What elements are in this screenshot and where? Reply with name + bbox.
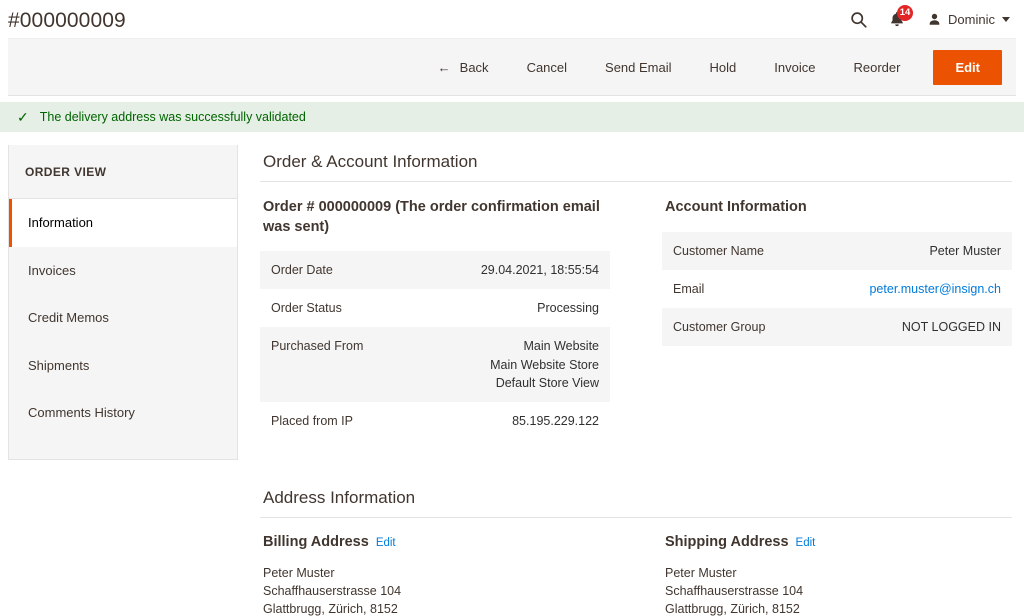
main-content: Order & Account Information Order # 0000… xyxy=(238,132,1024,616)
table-row: Email peter.muster@insign.ch xyxy=(662,269,1012,308)
page-header: #000000009 14 Dominic xyxy=(0,0,1024,38)
row-label: Placed from IP xyxy=(271,413,353,428)
hold-button[interactable]: Hold xyxy=(691,52,756,83)
shipping-address-block: Shipping Address Edit Peter Muster Schaff… xyxy=(662,534,1012,616)
shipping-address-title: Shipping Address Edit xyxy=(665,534,1012,550)
sidebar-item-comments-history[interactable]: Comments History xyxy=(9,389,237,437)
account-information-block: Account Information Customer Name Peter … xyxy=(662,198,1012,440)
sidebar-title: ORDER VIEW xyxy=(9,145,237,199)
billing-address-title: Billing Address Edit xyxy=(263,534,610,550)
table-row: Customer Group NOT LOGGED IN xyxy=(662,307,1012,346)
sidebar-item-information[interactable]: Information xyxy=(9,199,237,247)
edit-shipping-address-link[interactable]: Edit xyxy=(796,537,816,549)
address-section-spacer xyxy=(260,440,1012,468)
notifications-count-badge: 14 xyxy=(897,5,914,21)
table-row: Order Status Processing xyxy=(260,289,610,328)
table-row: Placed from IP 85.195.229.122 xyxy=(260,401,610,440)
arrow-left-icon: ← xyxy=(437,59,451,75)
billing-address-lines: Peter Muster Schaffhauserstrasse 104 Gla… xyxy=(263,564,610,616)
order-information-title: Order # 000000009 (The order confirmatio… xyxy=(263,199,600,235)
user-avatar-icon xyxy=(927,12,942,27)
address-line: Schaffhauserstrasse 104 xyxy=(263,584,402,598)
search-icon[interactable] xyxy=(850,11,867,28)
reorder-button[interactable]: Reorder xyxy=(834,52,919,83)
order-information-table: Order Date 29.04.2021, 18:55:54 Order St… xyxy=(260,251,610,440)
row-value: NOT LOGGED IN xyxy=(901,319,1001,334)
user-menu[interactable]: Dominic xyxy=(927,12,1010,27)
page-body: ORDER VIEW Information Invoices Credit M… xyxy=(0,132,1024,616)
address-line: Schaffhauserstrasse 104 xyxy=(665,584,804,598)
row-label: Order Status xyxy=(271,301,342,316)
send-email-button[interactable]: Send Email xyxy=(586,52,690,83)
order-view-sidebar: ORDER VIEW Information Invoices Credit M… xyxy=(8,145,238,460)
invoice-button[interactable]: Invoice xyxy=(755,52,834,83)
success-message-text: The delivery address was successfully va… xyxy=(39,110,306,124)
order-account-section-heading: Order & Account Information xyxy=(260,132,1012,182)
cancel-button[interactable]: Cancel xyxy=(508,52,586,83)
sidebar-item-label: Information xyxy=(28,215,94,230)
row-label: Email xyxy=(673,281,705,296)
success-message: ✓ The delivery address was successfully … xyxy=(0,102,1024,132)
address-line: Peter Muster xyxy=(263,565,335,580)
table-row: Purchased From Main Website Main Website… xyxy=(260,327,610,402)
back-button-label: Back xyxy=(459,59,489,75)
sidebar-item-label: Credit Memos xyxy=(28,310,109,325)
address-line: Glattbrugg, Zürich, 8152 xyxy=(665,602,800,616)
address-line: Glattbrugg, Zürich, 8152 xyxy=(263,602,398,616)
row-value: Processing xyxy=(537,301,599,316)
row-value: Peter Muster xyxy=(929,243,1001,258)
notifications-button[interactable]: 14 xyxy=(889,5,914,28)
sidebar-item-invoices[interactable]: Invoices xyxy=(9,247,237,295)
billing-address-label: Billing Address xyxy=(263,533,369,550)
address-section-heading: Address Information xyxy=(260,468,1012,518)
table-row: Order Date 29.04.2021, 18:55:54 xyxy=(260,251,610,290)
row-value: peter.muster@insign.ch xyxy=(837,270,1012,308)
address-line: Peter Muster xyxy=(665,565,737,580)
sidebar-item-label: Comments History xyxy=(28,405,135,420)
back-button[interactable]: ← Back xyxy=(428,52,508,83)
page-actions-toolbar: ← Back Cancel Send Email Hold Invoice Re… xyxy=(8,38,1016,96)
row-value: Main Website Main Website Store Default … xyxy=(490,339,599,390)
check-icon: ✓ xyxy=(17,109,29,125)
order-information-block: Order # 000000009 (The order confirmatio… xyxy=(260,198,610,440)
sidebar-item-label: Shipments xyxy=(28,357,90,373)
edit-button[interactable]: Edit xyxy=(933,49,1002,85)
edit-billing-address-link[interactable]: Edit xyxy=(376,537,396,549)
row-label: Order Date xyxy=(271,263,333,278)
table-row: Customer Name Peter Muster xyxy=(662,231,1012,270)
sidebar-item-credit-memos[interactable]: Credit Memos xyxy=(9,294,237,342)
row-value: 85.195.229.122 xyxy=(512,413,599,428)
shipping-address-label: Shipping Address xyxy=(665,533,789,550)
page-title: #000000009 xyxy=(8,8,126,32)
sidebar-item-label: Invoices xyxy=(28,262,76,278)
shipping-address-lines: Peter Muster Schaffhauserstrasse 104 Gla… xyxy=(665,564,1012,616)
account-information-table: Customer Name Peter Muster Email peter.m… xyxy=(662,231,1012,346)
billing-address-block: Billing Address Edit Peter Muster Schaffh… xyxy=(260,534,610,616)
row-label: Customer Group xyxy=(673,319,766,334)
row-label: Customer Name xyxy=(673,243,764,258)
order-account-columns: Order # 000000009 (The order confirmatio… xyxy=(260,182,1012,440)
customer-email-link[interactable]: peter.muster@insign.ch xyxy=(869,282,1001,296)
user-menu-label: Dominic xyxy=(948,12,995,27)
chevron-down-icon xyxy=(1002,17,1010,22)
row-value: 29.04.2021, 18:55:54 xyxy=(480,263,599,278)
address-columns: Billing Address Edit Peter Muster Schaffh… xyxy=(260,518,1012,616)
sidebar-item-shipments[interactable]: Shipments xyxy=(9,342,237,390)
row-label: Purchased From xyxy=(271,339,364,354)
header-tools: 14 Dominic xyxy=(850,5,1010,28)
account-information-title: Account Information xyxy=(665,199,807,215)
